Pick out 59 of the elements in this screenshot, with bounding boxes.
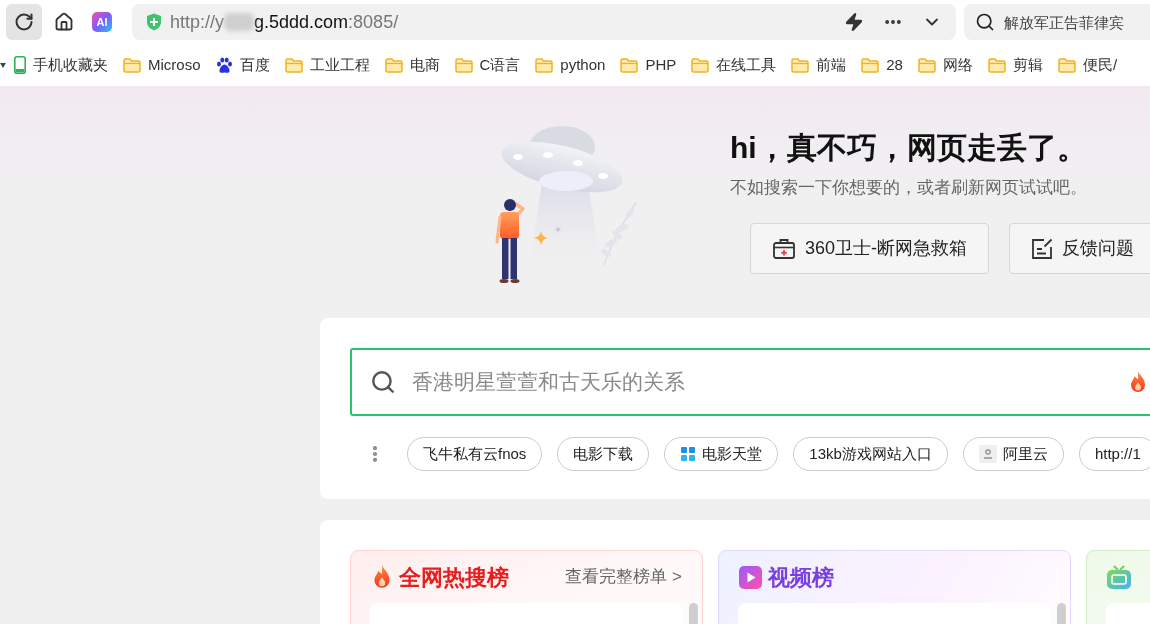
folder-icon [384,57,403,73]
folder-icon [1057,57,1076,73]
folder-icon [987,57,1006,73]
paw-icon [215,56,233,74]
reload-button[interactable] [6,4,42,40]
site-favicon-icon [978,445,997,463]
flame-icon [371,564,393,590]
ranking-title: 全网热搜榜 [399,563,509,592]
bookmark-item[interactable]: 28 [861,53,903,77]
bookmark-item[interactable]: 前端 [791,53,847,77]
edit-note-icon [1031,237,1054,260]
bookmark-item[interactable]: 电商 [384,53,440,77]
search-field[interactable]: 解放军正告菲律宾 [964,4,1150,40]
security-shield-icon [146,13,162,31]
bookmark-item[interactable]: Microso [123,53,201,77]
play-icon [739,565,762,589]
feedback-button[interactable]: 反馈问题 [1009,223,1150,274]
web-search-field[interactable]: 香港明星萱萱和古天乐的关系 [350,348,1150,416]
search-icon [370,369,396,395]
sparkle-icon [534,231,548,245]
reload-icon [14,12,34,32]
folder-icon [535,57,554,73]
folder-icon [917,57,936,73]
site-logo-icon [680,446,697,462]
url-text: http://y [170,10,225,34]
bookmark-item[interactable]: PHP [620,53,677,77]
bookmark-item[interactable]: C语言 [454,53,521,77]
view-full-list-link[interactable]: 查看完整榜单 > [565,564,682,590]
bookmark-item[interactable]: 手机收藏夹 [14,53,108,77]
folder-icon [620,57,639,73]
folder-icon [284,57,303,73]
tv-icon [1107,565,1131,589]
folder-icon [861,57,880,73]
ai-button[interactable]: AI [92,12,112,32]
home-icon [54,12,74,32]
bookmark-item[interactable]: 网络 [917,53,973,77]
bookmark-item[interactable]: 在线工具 [691,53,777,77]
network-rescue-button[interactable]: 360卫士-断网急救箱 [750,223,990,274]
bookmark-item[interactable]: 百度 [215,53,270,77]
lightning-icon[interactable] [844,12,864,32]
trending-flame-icon [1128,370,1148,394]
first-aid-box-icon [772,237,796,260]
folder-icon [123,57,141,73]
bookmark-item[interactable]: 剪辑 [987,53,1043,77]
url-text: g.5ddd.com:8085/ [254,10,399,34]
bookmark-item[interactable]: 便民/ [1057,53,1118,77]
phone-icon [14,56,26,74]
folder-icon [791,57,810,73]
search-icon [975,12,995,32]
folder-icon [454,57,473,73]
address-bar[interactable]: http://y g.5ddd.com:8085/ [132,4,956,40]
error-title: hi，真不巧，网页走丢了。 [730,130,1088,166]
error-subtitle: 不如搜索一下你想要的，或者刷新网页试试吧。 [730,177,1088,199]
ranking-title: 视频榜 [768,563,834,592]
bookmark-item[interactable]: python [535,53,606,77]
caret-icon[interactable] [0,62,6,68]
sparkle-icon [555,226,561,233]
bookmark-item[interactable]: 工业工程 [284,53,370,77]
folder-icon [691,57,710,73]
